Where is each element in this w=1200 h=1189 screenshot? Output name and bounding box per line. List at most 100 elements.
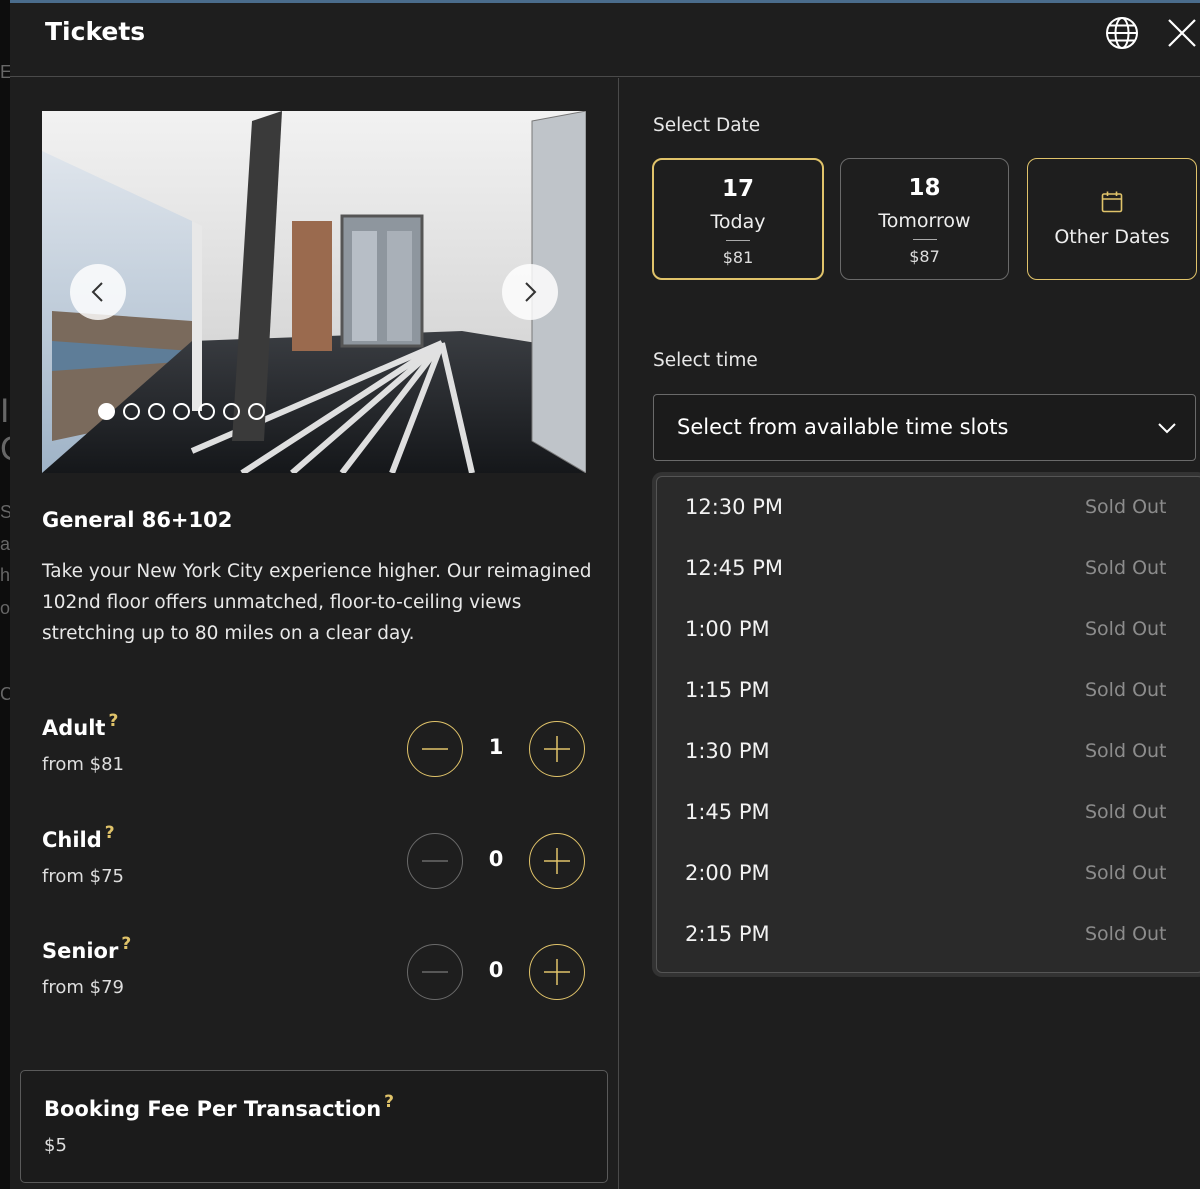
date-price: $87 bbox=[909, 247, 940, 266]
close-icon[interactable] bbox=[1164, 15, 1200, 51]
date-day: Tomorrow bbox=[878, 210, 971, 232]
increase-button[interactable] bbox=[529, 944, 585, 1000]
calendar-icon bbox=[1101, 191, 1123, 213]
modal-title: Tickets bbox=[45, 17, 146, 46]
image-carousel[interactable] bbox=[42, 111, 586, 473]
background-fragment: h bbox=[0, 565, 11, 585]
chevron-right-icon bbox=[525, 282, 537, 302]
quantity-value: 1 bbox=[488, 735, 504, 759]
time-slot-option[interactable]: 2:00 PM Sold Out bbox=[657, 844, 1200, 905]
slot-time: 1:30 PM bbox=[685, 739, 770, 763]
slot-status: Sold Out bbox=[1085, 801, 1167, 823]
time-slot-placeholder: Select from available time slots bbox=[677, 415, 1009, 439]
tickets-modal: Tickets General 86+102 Take your New Yor… bbox=[10, 3, 1200, 1189]
increase-button[interactable] bbox=[529, 721, 585, 777]
carousel-dot[interactable] bbox=[173, 403, 190, 420]
ticket-price: from $75 bbox=[42, 866, 124, 887]
globe-icon[interactable] bbox=[1104, 15, 1140, 51]
ticket-name: Adult? bbox=[42, 711, 118, 740]
plus-icon bbox=[544, 736, 570, 762]
ticket-name-label: Adult bbox=[42, 716, 106, 740]
fee-title: Booking Fee Per Transaction? bbox=[44, 1092, 394, 1121]
product-description: Take your New York City experience highe… bbox=[42, 561, 592, 644]
other-dates-button[interactable]: Other Dates bbox=[1027, 158, 1197, 280]
slot-time: 2:00 PM bbox=[685, 861, 770, 885]
slot-time: 12:30 PM bbox=[685, 495, 783, 519]
minus-icon bbox=[422, 860, 448, 862]
booking-fee-box: Booking Fee Per Transaction? $5 bbox=[20, 1070, 608, 1183]
fee-value: $5 bbox=[44, 1135, 67, 1156]
carousel-dot[interactable] bbox=[223, 403, 240, 420]
date-number: 18 bbox=[908, 175, 941, 201]
other-dates-label: Other Dates bbox=[1054, 226, 1170, 248]
slot-status: Sold Out bbox=[1085, 862, 1167, 884]
help-icon[interactable]: ? bbox=[384, 1092, 394, 1112]
date-divider bbox=[912, 239, 937, 240]
carousel-dot[interactable] bbox=[98, 403, 115, 420]
select-time-label: Select time bbox=[653, 350, 758, 371]
slot-time: 12:45 PM bbox=[685, 556, 783, 580]
quantity-value: 0 bbox=[488, 847, 504, 871]
decrease-button[interactable] bbox=[407, 944, 463, 1000]
carousel-next-button[interactable] bbox=[502, 264, 558, 320]
time-slot-option[interactable]: 12:30 PM Sold Out bbox=[657, 478, 1200, 539]
select-date-label: Select Date bbox=[653, 115, 761, 136]
slot-time: 1:15 PM bbox=[685, 678, 770, 702]
time-slot-dropdown[interactable]: Select from available time slots bbox=[653, 394, 1196, 461]
modal-header: Tickets bbox=[10, 3, 1200, 77]
carousel-dot[interactable] bbox=[198, 403, 215, 420]
date-card-today[interactable]: 17 Today $81 bbox=[652, 158, 824, 280]
increase-button[interactable] bbox=[529, 833, 585, 889]
ticket-name-label: Senior bbox=[42, 939, 119, 963]
background-fragment: I bbox=[0, 392, 10, 430]
help-icon[interactable]: ? bbox=[105, 823, 115, 843]
carousel-prev-button[interactable] bbox=[70, 264, 126, 320]
time-slot-list: 12:30 PM Sold Out 12:45 PM Sold Out 1:00… bbox=[656, 476, 1200, 973]
slot-status: Sold Out bbox=[1085, 557, 1167, 579]
carousel-dot[interactable] bbox=[123, 403, 140, 420]
ticket-row-adult: Adult? from $81 1 bbox=[42, 711, 587, 796]
carousel-dots bbox=[98, 403, 265, 420]
slot-status: Sold Out bbox=[1085, 679, 1167, 701]
time-slot-option[interactable]: 12:45 PM Sold Out bbox=[657, 539, 1200, 600]
carousel-dot[interactable] bbox=[148, 403, 165, 420]
slot-status: Sold Out bbox=[1085, 496, 1167, 518]
plus-icon bbox=[544, 848, 570, 874]
ticket-price: from $81 bbox=[42, 754, 124, 775]
date-card-tomorrow[interactable]: 18 Tomorrow $87 bbox=[840, 158, 1009, 280]
date-price: $81 bbox=[722, 248, 754, 267]
booking-panel: Select Date 17 Today $81 18 Tomorrow $87… bbox=[620, 78, 1200, 1189]
slot-time: 1:45 PM bbox=[685, 800, 770, 824]
date-number: 17 bbox=[721, 176, 754, 202]
carousel-dot[interactable] bbox=[248, 403, 265, 420]
date-divider bbox=[726, 240, 750, 241]
decrease-button[interactable] bbox=[407, 833, 463, 889]
help-icon[interactable]: ? bbox=[108, 711, 118, 731]
quantity-value: 0 bbox=[488, 958, 504, 982]
minus-icon bbox=[422, 748, 448, 750]
time-slot-option[interactable]: 1:30 PM Sold Out bbox=[657, 722, 1200, 783]
background-page-strip: E I C S a h of C bbox=[0, 0, 25, 1189]
date-day: Today bbox=[710, 211, 766, 233]
chevron-left-icon bbox=[91, 282, 103, 302]
ticket-price: from $79 bbox=[42, 977, 124, 998]
slot-time: 2:15 PM bbox=[685, 922, 770, 946]
slot-status: Sold Out bbox=[1085, 618, 1167, 640]
ticket-row-senior: Senior? from $79 0 bbox=[42, 934, 587, 1019]
slot-status: Sold Out bbox=[1085, 740, 1167, 762]
slot-time: 1:00 PM bbox=[685, 617, 770, 641]
time-slot-option[interactable]: 2:15 PM Sold Out bbox=[657, 905, 1200, 966]
help-icon[interactable]: ? bbox=[121, 934, 131, 954]
chevron-down-icon bbox=[1158, 423, 1176, 434]
minus-icon bbox=[422, 971, 448, 973]
ticket-name-label: Child bbox=[42, 828, 102, 852]
fee-title-label: Booking Fee Per Transaction bbox=[44, 1097, 382, 1121]
ticket-name: Child? bbox=[42, 823, 115, 852]
time-slot-option[interactable]: 1:00 PM Sold Out bbox=[657, 600, 1200, 661]
decrease-button[interactable] bbox=[407, 721, 463, 777]
ticket-row-child: Child? from $75 0 bbox=[42, 823, 587, 908]
time-slot-option[interactable]: 1:45 PM Sold Out bbox=[657, 783, 1200, 844]
background-fragment: a bbox=[0, 534, 11, 554]
time-slot-option[interactable]: 1:15 PM Sold Out bbox=[657, 661, 1200, 722]
product-title: General 86+102 bbox=[42, 508, 233, 532]
